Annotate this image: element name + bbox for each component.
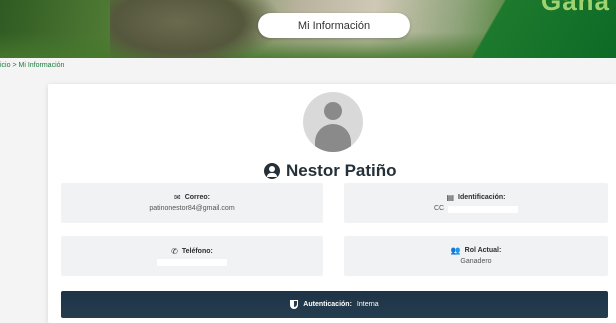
users-icon: 👥 [450,246,461,255]
avatar-head-shape [324,102,342,120]
authentication-value: Interna [356,301,379,308]
profile-name-row: Nestor Patiño [264,160,397,182]
identification-box: ▤ Identificación: CC [344,183,608,223]
email-value: patinonestor84@gmail.com [149,205,235,212]
authentication-bar: Autenticación: Interna [61,291,608,318]
brand-logo-fragment: Gana [540,0,610,16]
avatar-body-shape [315,124,351,152]
identification-label: Identificación: [458,194,506,201]
phone-label-row: ✆ Teléfono: [171,247,213,256]
banner-photo [110,0,280,58]
identification-prefix: CC [433,205,445,212]
authentication-label: Autenticación: [303,301,352,308]
breadcrumb-home-link[interactable]: icio [0,62,11,69]
shield-icon [290,300,299,309]
phone-label: Teléfono: [181,247,213,255]
role-label-row: 👥 Rol Actual: [451,246,502,255]
phone-redacted-value [157,258,227,266]
profile-name: Nestor Patiño [286,161,397,180]
header-banner: Gana Mi Información [0,0,616,58]
user-circle-icon [264,163,280,179]
identification-value-row: CC [433,205,519,213]
identification-redacted-value [448,205,519,213]
avatar [303,92,363,152]
role-box: 👥 Rol Actual: Ganadero [344,236,608,276]
breadcrumb-current: Mi Información [18,62,65,69]
phone-box: ✆ Teléfono: [61,236,323,276]
role-value: Ganadero [460,258,492,265]
role-label: Rol Actual: [464,247,502,254]
breadcrumb: icio > Mi Información [0,62,64,69]
breadcrumb-separator: > [12,62,17,69]
email-box: ✉ Correo: patinonestor84@gmail.com [61,183,323,223]
email-label-row: ✉ Correo: [174,193,210,202]
identification-label-row: ▤ Identificación: [446,193,505,202]
email-label: Correo: [184,194,210,201]
page-title-pill[interactable]: Mi Información [258,13,410,38]
phone-icon: ✆ [171,246,178,256]
envelope-icon: ✉ [174,193,181,202]
id-card-icon: ▤ [446,193,455,202]
